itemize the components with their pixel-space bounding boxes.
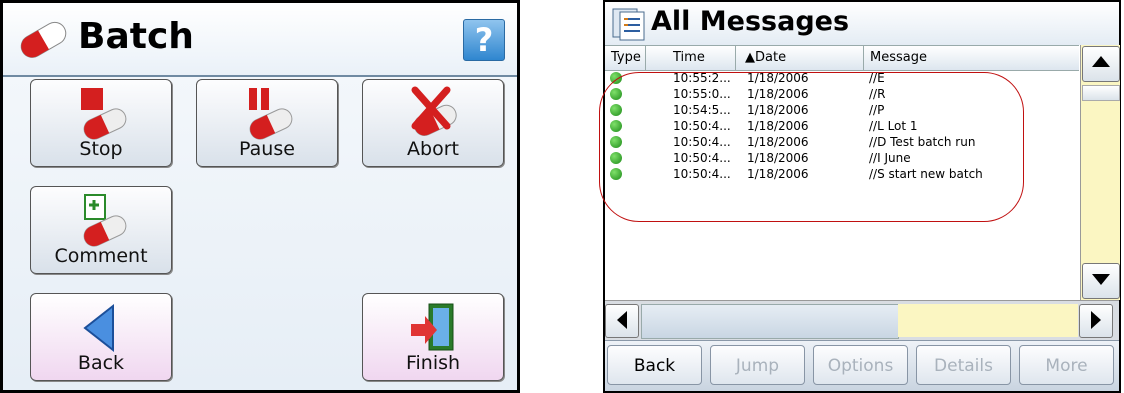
footer-toolbar: Back Jump Options Details More [605,340,1119,391]
table-header: Type Time ▲Date Message [605,45,1079,71]
comment-icon [83,194,127,247]
back-button[interactable]: Back [607,345,702,385]
jump-button[interactable]: Jump [710,345,805,385]
scroll-up-button[interactable] [1082,46,1120,82]
down-arrow-icon [1092,274,1110,285]
scroll-left-button[interactable] [605,304,639,338]
up-arrow-icon [1092,56,1110,67]
column-message[interactable]: Message [870,50,927,65]
more-button[interactable]: More [1019,345,1114,385]
messages-header: All Messages [605,2,1119,45]
messages-list-icon [612,8,645,41]
horizontal-scrollbar[interactable] [605,300,1119,341]
finish-button[interactable]: Finish [362,293,504,381]
pause-icon [249,88,293,140]
abort-icon [411,86,457,136]
stop-button[interactable]: Stop [30,79,172,167]
comment-label: Comment [54,245,148,267]
pause-label: Pause [239,138,295,160]
back-label: Back [77,352,125,374]
left-arrow-icon [617,311,627,329]
pause-button[interactable]: Pause [196,79,338,167]
details-button[interactable]: Details [916,345,1011,385]
batch-pill-icon [20,21,67,58]
back-button[interactable]: Back [30,293,172,381]
options-button[interactable]: Options [813,345,908,385]
messages-screen: All Messages Type Time ▲Date Message 10:… [599,0,1121,393]
scroll-right-button[interactable] [1079,304,1113,338]
scroll-down-button[interactable] [1082,263,1120,299]
abort-label: Abort [407,138,459,160]
help-button[interactable]: ? [463,19,505,61]
vertical-scrollbar[interactable] [1080,45,1120,300]
stop-label: Stop [79,138,123,160]
page-title: Batch [78,16,194,57]
horizontal-scroll-thumb[interactable] [641,304,899,339]
right-arrow-icon [1091,311,1101,329]
horizontal-scroll-track [898,304,1078,337]
column-type[interactable]: Type [611,50,641,65]
vertical-scroll-thumb[interactable] [1082,85,1120,101]
column-time[interactable]: Time [673,50,705,65]
finish-label: Finish [405,352,461,374]
page-title: All Messages [651,6,850,37]
highlight-ellipse [599,72,1024,222]
batch-header: Batch ? [3,3,517,77]
back-arrow-icon [83,303,114,353]
comment-button[interactable]: Comment [30,186,172,274]
column-date[interactable]: ▲Date [745,50,786,65]
exit-door-icon [411,303,454,351]
abort-button[interactable]: Abort [362,79,504,167]
batch-screen: Batch ? Stop Pause Abort Comment Back Fi… [0,0,520,393]
stop-icon [81,88,127,140]
